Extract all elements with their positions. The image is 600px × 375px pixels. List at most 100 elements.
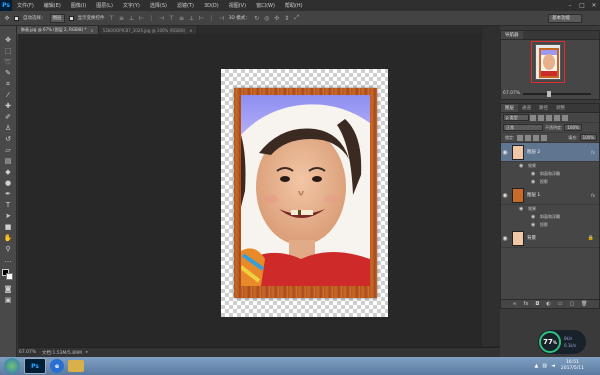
menu-select[interactable]: 选择(S)	[145, 2, 172, 9]
menu-type[interactable]: 文字(Y)	[118, 2, 145, 9]
tab-channels[interactable]: 通道	[518, 104, 535, 112]
tab-adjustments[interactable]: 调整	[552, 104, 569, 112]
3d-drag-icon[interactable]: ✣	[273, 14, 281, 22]
background-color-swatch[interactable]	[6, 273, 13, 280]
taskbar-folder-icon[interactable]	[68, 360, 84, 372]
tray-arrow-icon[interactable]: ▲	[534, 363, 538, 369]
distribute-bottom-icon[interactable]: ⊥	[188, 14, 196, 22]
filter-adjustment-icon[interactable]	[538, 114, 544, 121]
auto-select-dropdown[interactable]: 图层	[49, 13, 65, 23]
brush-tool-icon[interactable]: ✐	[2, 113, 14, 122]
3d-rotate-icon[interactable]: ↻	[253, 14, 261, 22]
distribute-top-icon[interactable]: ⊤	[168, 14, 176, 22]
move-tool-icon[interactable]: ✥	[2, 36, 14, 45]
mask-icon[interactable]: ◘	[535, 301, 539, 307]
move-tool-preset-icon[interactable]: ✥	[3, 14, 11, 22]
tab-layers[interactable]: 图层	[501, 104, 518, 112]
effect-eye-icon[interactable]: ◉	[531, 171, 537, 177]
menu-edit[interactable]: 编辑(E)	[39, 2, 66, 9]
distribute-left-icon[interactable]: ⊢	[198, 14, 206, 22]
taskbar-photoshop-icon[interactable]: Ps	[24, 358, 46, 374]
new-layer-icon[interactable]: ▢	[569, 301, 574, 307]
layer-row[interactable]: ◉ 图层 2 fx	[501, 143, 599, 162]
layer-name[interactable]: 背景	[527, 235, 588, 241]
lasso-tool-icon[interactable]: ➰	[2, 58, 14, 67]
show-transform-checkbox[interactable]	[68, 15, 74, 21]
taskbar-ie-icon[interactable]: e	[50, 359, 64, 373]
folder-icon[interactable]: ▭	[558, 301, 563, 307]
navigator-view-box[interactable]	[531, 41, 565, 83]
minimize-button[interactable]: –	[564, 0, 576, 11]
pen-tool-icon[interactable]: ✒	[2, 190, 14, 199]
zoom-level[interactable]: 67.07%	[18, 350, 36, 355]
opacity-input[interactable]: 100%	[564, 124, 582, 131]
close-button[interactable]: ✕	[588, 0, 600, 11]
document-tab-inactive[interactable]: 52b0OOPIC87_1024.jpg @ 100% (RGB/8) ×	[98, 26, 198, 34]
effect-item-row[interactable]: ◉ 斜面和浮雕	[501, 170, 599, 178]
align-left-icon[interactable]: ⊢	[138, 14, 146, 22]
effect-eye-icon[interactable]: ◉	[531, 222, 537, 228]
visibility-eye-icon[interactable]: ◉	[501, 235, 509, 242]
effect-eye-icon[interactable]: ◉	[519, 163, 525, 169]
lock-all-icon[interactable]	[541, 134, 548, 141]
network-speed-widget[interactable]: 77% 0k/s 0.1k/s	[538, 330, 586, 354]
link-icon[interactable]: ∞	[512, 301, 516, 307]
blend-mode-dropdown[interactable]: 正常	[503, 124, 543, 131]
workspace-dropdown[interactable]: 基本功能	[548, 13, 582, 23]
lock-position-icon[interactable]	[533, 134, 540, 141]
filter-type-icon[interactable]	[546, 114, 552, 121]
menu-3d[interactable]: 3D(D)	[199, 3, 224, 9]
menu-file[interactable]: 文件(F)	[12, 2, 39, 9]
document-tab-active[interactable]: 肺画.jpg @ 67% (图层 2, RGB/8) * ×	[17, 26, 99, 34]
zoom-tool-icon[interactable]: ⚲	[2, 245, 14, 254]
menu-layer[interactable]: 图层(L)	[91, 2, 118, 9]
layer-filter-dropdown[interactable]: ρ 类型	[503, 114, 529, 121]
menu-window[interactable]: 窗口(W)	[251, 2, 280, 9]
distribute-vcenter-icon[interactable]: ≡	[178, 14, 186, 22]
navigator-zoom-value[interactable]: 67.07%	[503, 91, 520, 96]
fx-badge[interactable]: fx	[591, 150, 595, 155]
align-vcenter-icon[interactable]: ≡	[118, 14, 126, 22]
history-brush-tool-icon[interactable]: ↺	[2, 135, 14, 144]
healing-tool-icon[interactable]: ✚	[2, 102, 14, 111]
maximize-button[interactable]: □	[576, 0, 588, 11]
more-tools-icon[interactable]: …	[2, 256, 14, 265]
close-tab-icon[interactable]: ×	[90, 28, 93, 33]
canvas-area[interactable]	[18, 34, 500, 347]
visibility-eye-icon[interactable]: ◉	[501, 149, 509, 156]
3d-scale-icon[interactable]: ⤢	[293, 14, 301, 22]
tab-paths[interactable]: 路径	[535, 104, 552, 112]
effect-eye-icon[interactable]: ◉	[531, 214, 537, 220]
filter-pixel-icon[interactable]	[530, 114, 536, 121]
trash-icon[interactable]: 🗑	[581, 301, 587, 307]
distribute-hcenter-icon[interactable]: ⋮	[208, 14, 216, 22]
hand-tool-icon[interactable]: ✋	[2, 234, 14, 243]
auto-select-checkbox[interactable]	[14, 15, 19, 21]
screen-mode-icon[interactable]: ▣	[2, 296, 14, 305]
start-button[interactable]	[4, 358, 20, 374]
blur-tool-icon[interactable]: ◆	[2, 168, 14, 177]
marquee-tool-icon[interactable]: ⬚	[2, 47, 14, 56]
crop-tool-icon[interactable]: ⌗	[2, 80, 14, 89]
layer-name[interactable]: 图层 2	[527, 149, 591, 155]
effect-item-row[interactable]: ◉ 投影	[501, 221, 599, 229]
stamp-tool-icon[interactable]: ♙	[2, 124, 14, 133]
lock-image-icon[interactable]	[525, 134, 532, 141]
eraser-tool-icon[interactable]: ▱	[2, 146, 14, 155]
menu-filter[interactable]: 滤镜(T)	[172, 2, 199, 9]
quick-mask-icon[interactable]: ◙	[2, 285, 14, 294]
document-canvas[interactable]	[221, 69, 388, 317]
effect-item-row[interactable]: ◉ 斜面和浮雕	[501, 213, 599, 221]
navigator-zoom-slider[interactable]	[523, 91, 591, 97]
dodge-tool-icon[interactable]: ●	[2, 179, 14, 188]
path-select-tool-icon[interactable]: ➤	[2, 212, 14, 221]
fill-input[interactable]: 100%	[579, 134, 597, 141]
gradient-tool-icon[interactable]: ▤	[2, 157, 14, 166]
adjustment-icon[interactable]: ◐	[546, 301, 550, 307]
quick-select-tool-icon[interactable]: ✎	[2, 69, 14, 78]
align-hcenter-icon[interactable]: ⋮	[148, 14, 156, 22]
effect-item-row[interactable]: ◉ 投影	[501, 178, 599, 186]
fx-badge[interactable]: fx	[591, 193, 595, 198]
filter-smart-icon[interactable]	[562, 114, 568, 121]
effect-eye-icon[interactable]: ◉	[531, 179, 537, 185]
